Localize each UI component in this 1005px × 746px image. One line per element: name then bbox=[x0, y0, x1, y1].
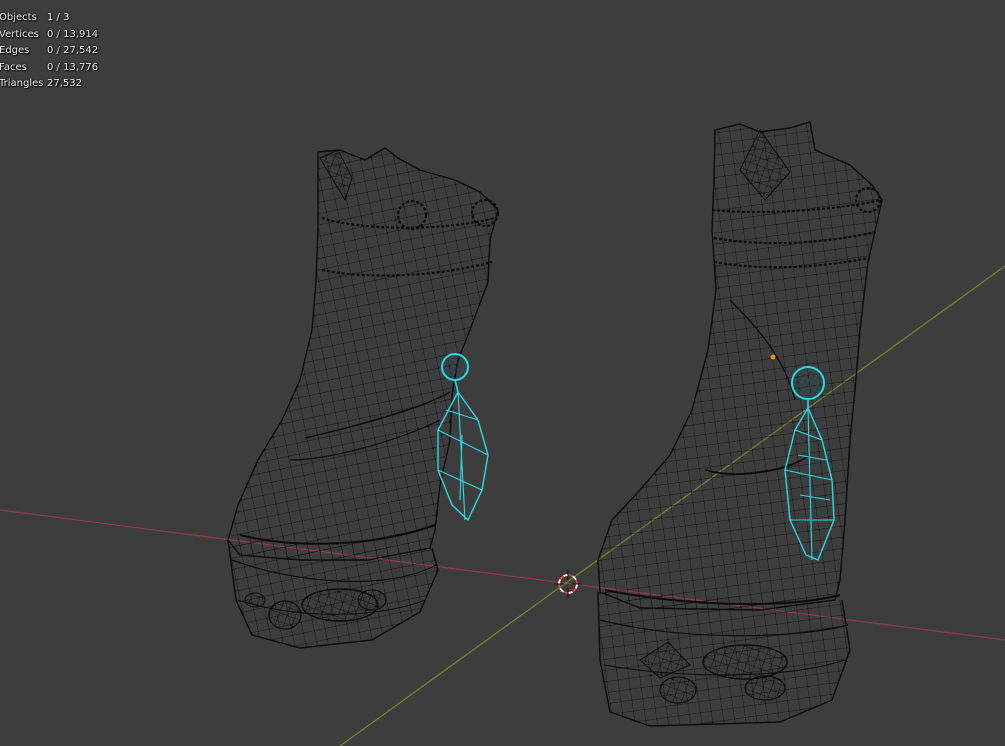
viewport-scene bbox=[0, 0, 1005, 746]
stat-row-edges: Edges 0 / 27,542 bbox=[0, 43, 98, 60]
stat-label: Vertices bbox=[0, 28, 39, 40]
stat-row-faces: Faces 0 / 13,776 bbox=[0, 60, 98, 77]
stat-label: Edges bbox=[0, 45, 30, 56]
3d-viewport[interactable]: Objects 1 / 3 Vertices 0 / 13,914 Edges … bbox=[0, 0, 1005, 746]
stat-row-vertices: Vertices 0 / 13,914 bbox=[0, 27, 98, 44]
stat-label: Objects bbox=[0, 12, 37, 23]
statistics-overlay: Objects 1 / 3 Vertices 0 / 13,914 Edges … bbox=[0, 10, 98, 93]
stat-value: 1 / 3 bbox=[47, 12, 70, 23]
stat-value: 0 / 13,776 bbox=[47, 61, 99, 73]
stat-value: 27,532 bbox=[47, 78, 82, 89]
stat-value: 0 / 27,542 bbox=[47, 45, 99, 56]
origin-point-icon[interactable] bbox=[770, 354, 776, 360]
stat-row-triangles: Triangles 27,532 bbox=[0, 76, 98, 93]
stat-label: Faces bbox=[0, 61, 27, 73]
stat-label: Triangles bbox=[0, 78, 44, 89]
stat-value: 0 / 13,914 bbox=[47, 28, 99, 40]
stat-row-objects: Objects 1 / 3 bbox=[0, 10, 98, 27]
